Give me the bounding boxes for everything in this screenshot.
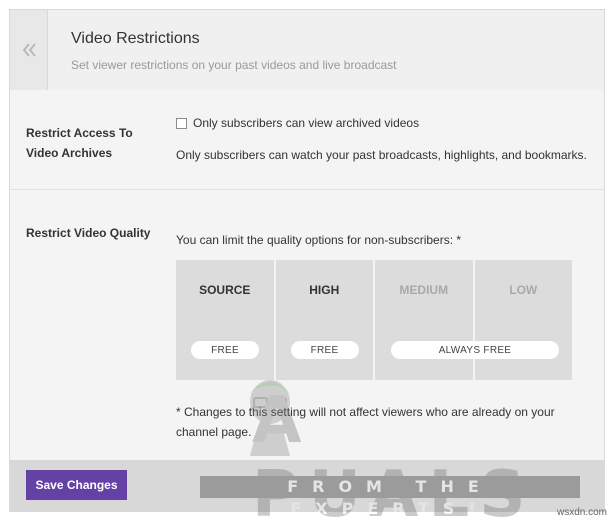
quality-intro: You can limit the quality options for no… [176,233,462,247]
free-badge: FREE [191,341,259,359]
video-restrictions-panel: Video Restrictions Set viewer restrictio… [9,9,605,512]
page-title: Video Restrictions [71,30,200,47]
quality-option-source[interactable]: SOURCE FREE [176,260,274,380]
panel-footer: Save Changes [10,460,604,511]
quality-label: Restrict Video Quality [26,226,151,240]
quality-section: Restrict Video Quality You can limit the… [10,190,604,460]
quality-option-name: HIGH [309,283,340,297]
double-chevron-left-icon [21,42,37,58]
archives-section: Restrict Access To Video Archives Only s… [10,90,604,190]
quality-option-name: LOW [509,283,538,297]
quality-option-name: SOURCE [199,283,251,297]
save-changes-button[interactable]: Save Changes [26,470,127,500]
site-watermark: wsxdn.com [556,507,607,518]
always-free-badge: ALWAYS FREE [391,341,559,359]
quality-option-medium[interactable]: MEDIUM [375,260,473,380]
subscribers-only-checkbox[interactable] [176,117,187,129]
back-button[interactable] [10,10,48,90]
subscribers-only-checkbox-label: Only subscribers can view archived video… [193,116,420,130]
archives-label: Restrict Access To Video Archives [26,126,133,160]
quality-options-grid: SOURCE FREE HIGH FREE MEDIUM LOW ALWAYS … [176,260,574,380]
panel-header: Video Restrictions Set viewer restrictio… [10,10,604,91]
quality-option-low[interactable]: LOW [474,260,572,380]
archives-help-text: Only subscribers can watch your past bro… [176,148,587,162]
quality-option-high[interactable]: HIGH FREE [275,260,373,380]
free-badge: FREE [290,341,359,359]
page-subtitle: Set viewer restrictions on your past vid… [71,58,397,72]
quality-note: * Changes to this setting will not affec… [176,405,555,439]
quality-option-name: MEDIUM [399,283,449,297]
archives-checkbox-row[interactable]: Only subscribers can view archived video… [176,116,419,130]
